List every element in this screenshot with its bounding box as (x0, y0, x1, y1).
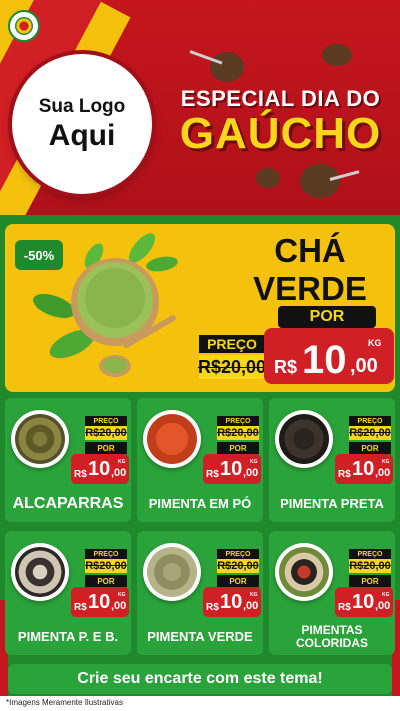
price-integer: 10 (88, 591, 111, 613)
featured-price-decimal: ,00 (350, 355, 378, 377)
preco-label: PREÇO (349, 549, 391, 559)
pimenta-p-e-b-image (11, 543, 69, 601)
product-name: PIMENTA PRETA (280, 495, 384, 511)
logo-text-line2: Aqui (48, 118, 116, 152)
currency: R$ (74, 469, 87, 480)
product-name: PIMENTA EM PÓ (148, 495, 252, 511)
price-integer: 10 (220, 591, 243, 613)
old-price-value: R$20,00 (349, 560, 391, 572)
price-tag: R$ 10 ,00 KG (335, 587, 393, 617)
featured-price-integer: 10 (302, 338, 347, 382)
old-price-value: R$20,00 (85, 427, 127, 439)
featured-currency: R$ (274, 357, 298, 377)
product-name: ALCAPARRAS (12, 495, 124, 513)
price-decimal: ,00 (243, 467, 259, 479)
old-price: R$20,00 (85, 559, 127, 573)
preco-label: PREÇO (217, 549, 259, 559)
price-decimal: ,00 (375, 600, 391, 612)
currency: R$ (206, 469, 219, 480)
featured-price-tag: R$ 10 ,00 KG (264, 328, 394, 384)
price-decimal: ,00 (111, 467, 127, 479)
old-price: R$20,00 (349, 559, 391, 573)
logo-text-line1: Sua Logo (38, 96, 126, 118)
por-label: POR (217, 442, 259, 454)
unit: KG (382, 459, 390, 465)
preco-label: PREÇO (349, 416, 391, 426)
unit: KG (250, 459, 258, 465)
cuia-icon (300, 164, 340, 198)
price-integer: 10 (220, 458, 243, 480)
featured-old-price: R$20,00 (197, 355, 267, 379)
product-card[interactable]: PREÇO R$20,00 POR R$ 10 ,00 KG PIMENTA E… (137, 398, 263, 522)
old-price: R$20,00 (85, 426, 127, 440)
unit: KG (250, 592, 258, 598)
header-banner: Sua Logo Aqui ESPECIAL DIA DO GAÚCHO (0, 0, 400, 215)
product-card[interactable]: PREÇO R$20,00 POR R$ 10 ,00 KG PIMENTAS … (269, 531, 395, 655)
cuia-icon (322, 44, 352, 66)
old-price-value: R$20,00 (217, 560, 259, 572)
price-integer: 10 (88, 458, 111, 480)
product-name: PIMENTA P. E B. (17, 628, 119, 644)
unit: KG (118, 592, 126, 598)
preco-label: PREÇO (85, 416, 127, 426)
campaign-title: ESPECIAL DIA DO GAÚCHO (168, 86, 393, 156)
por-label: POR (349, 575, 391, 587)
currency: R$ (206, 602, 219, 613)
price-decimal: ,00 (243, 600, 259, 612)
price-tag: R$ 10 ,00 KG (71, 587, 129, 617)
por-label: POR (85, 442, 127, 454)
old-price-value: R$20,00 (85, 560, 127, 572)
pimentas-coloridas-image (275, 543, 333, 601)
old-price: R$20,00 (217, 559, 259, 573)
coat-of-arms-icon (8, 10, 40, 42)
cta-banner[interactable]: Crie seu encarte com este tema! (8, 664, 392, 694)
pimenta-verde-image (143, 543, 201, 601)
old-price: R$20,00 (217, 426, 259, 440)
price-integer: 10 (352, 458, 375, 480)
price-integer: 10 (352, 591, 375, 613)
featured-old-price-value: R$20,00 (197, 356, 267, 377)
por-label: POR (217, 575, 259, 587)
price-tag: R$ 10 ,00 KG (203, 587, 261, 617)
cuia-icon (210, 52, 244, 82)
featured-preco-label: PREÇO (199, 335, 265, 353)
price-tag: R$ 10 ,00 KG (203, 454, 261, 484)
old-price-value: R$20,00 (349, 427, 391, 439)
price-tag: R$ 10 ,00 KG (335, 454, 393, 484)
currency: R$ (338, 469, 351, 480)
pimenta-em-po-image (143, 410, 201, 468)
unit: KG (382, 592, 390, 598)
disclaimer-note: *Imagens Meramente Ilustrativas (6, 698, 123, 707)
featured-por-label: POR (278, 306, 376, 328)
featured-product-name: CHÁ VERDE (240, 232, 380, 308)
old-price-value: R$20,00 (217, 427, 259, 439)
price-decimal: ,00 (111, 600, 127, 612)
product-name: PIMENTA VERDE (147, 628, 253, 644)
flyer: Sua Logo Aqui ESPECIAL DIA DO GAÚCHO -50… (0, 0, 400, 711)
currency: R$ (338, 602, 351, 613)
product-card[interactable]: PREÇO R$20,00 POR R$ 10 ,00 KG PIMENTA P… (269, 398, 395, 522)
preco-label: PREÇO (217, 416, 259, 426)
price-decimal: ,00 (375, 467, 391, 479)
product-card[interactable]: PREÇO R$20,00 POR R$ 10 ,00 KG PIMENTA V… (137, 531, 263, 655)
product-card[interactable]: PREÇO R$20,00 POR R$ 10 ,00 KG PIMENTA P… (5, 531, 131, 655)
alcaparras-image (11, 410, 69, 468)
product-name: PIMENTAS COLORIDAS (296, 622, 368, 650)
old-price: R$20,00 (349, 426, 391, 440)
featured-unit: KG (368, 338, 382, 348)
pimenta-preta-image (275, 410, 333, 468)
featured-name-line2: VERDE (253, 269, 367, 307)
logo-placeholder: Sua Logo Aqui (12, 54, 152, 194)
cuia-icon (256, 168, 280, 188)
campaign-title-line2: GAÚCHO (179, 109, 382, 158)
por-label: POR (349, 442, 391, 454)
preco-label: PREÇO (85, 549, 127, 559)
product-card[interactable]: PREÇO R$20,00 POR R$ 10 ,00 KG ALCAPARRA… (5, 398, 131, 522)
featured-name-line1: CHÁ (274, 232, 346, 269)
currency: R$ (74, 602, 87, 613)
unit: KG (118, 459, 126, 465)
por-label: POR (85, 575, 127, 587)
price-tag: R$ 10 ,00 KG (71, 454, 129, 484)
green-tea-image (33, 233, 178, 377)
